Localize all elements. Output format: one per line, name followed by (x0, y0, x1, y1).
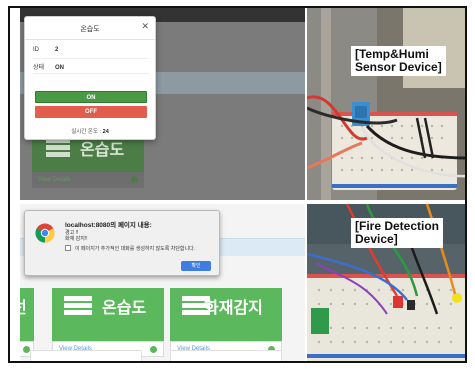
temperature-value: 24 (102, 129, 109, 135)
tile-partial[interactable]: 선 (20, 288, 34, 357)
temp-humi-device-label: [Temp&Humi Sensor Device] (351, 46, 446, 76)
figure-frame: 온습도 View Details 온습도 ✕ ID 2 상태 ON ON OFF 실… (8, 6, 467, 363)
temp-humi-device-photo: [Temp&Humi Sensor Device] (307, 8, 465, 200)
next-tile-card (170, 350, 282, 361)
arrow-circle-right-icon (150, 346, 157, 353)
id-value: 2 (55, 47, 59, 53)
dashboard-screenshot-top: 온습도 View Details 온습도 ✕ ID 2 상태 ON ON OFF 실… (20, 8, 305, 200)
ok-button[interactable]: 확인 (181, 261, 211, 271)
id-row: ID 2 (33, 47, 58, 53)
row-divider (33, 58, 149, 59)
breadboard-photo (307, 8, 465, 200)
tile-title: 화재감지 (204, 300, 263, 317)
state-value: ON (55, 65, 64, 71)
next-tile-card (30, 350, 142, 361)
dialog-host: localhost:8080의 페이지 내용: (65, 222, 152, 229)
state-row: 상태 ON (33, 62, 64, 71)
dialog-message-fire: 화재 감지!! (65, 236, 88, 242)
chrome-icon (35, 223, 55, 243)
modal-divider (25, 39, 155, 40)
device-modal: 온습도 ✕ ID 2 상태 ON ON OFF 실시간 온도 : 24 (24, 16, 156, 140)
view-details-label: View Details (38, 177, 71, 183)
arrow-circle-right-icon (23, 346, 30, 353)
row-divider (33, 73, 149, 74)
alert-dialog: localhost:8080의 페이지 내용: 경고 !! 화재 감지!! 이 … (24, 210, 220, 276)
close-icon[interactable]: ✕ (141, 21, 149, 32)
fire-detection-device-photo: [Fire Detection Device] (307, 204, 465, 361)
label-line: Sensor Device] (355, 60, 442, 74)
tile-title: 온습도 (102, 300, 147, 317)
list-icon (46, 138, 70, 157)
realtime-temperature: 실시간 온도 : 24 (25, 127, 155, 135)
suppress-dialogs-checkbox[interactable] (65, 245, 71, 251)
dashboard-screenshot-bottom: localhost:8080의 페이지 내용: 경고 !! 화재 감지!! 이 … (20, 204, 305, 361)
list-icon (64, 296, 92, 316)
off-button[interactable]: OFF (35, 106, 147, 118)
view-details-link[interactable]: View Details (32, 172, 144, 188)
state-label: 상태 (33, 65, 45, 71)
suppress-dialogs-label: 이 페이지가 추가적인 대화를 생성하지 않도록 차단합니다. (75, 246, 196, 252)
fire-detection-device-label: [Fire Detection Device] (351, 218, 444, 248)
fire-detection-tile[interactable]: 화재감지 View Details (170, 288, 282, 357)
temperature-label: 실시간 온도 : (71, 129, 102, 135)
humidity-tile[interactable]: 온습도 View Details (52, 288, 164, 357)
modal-title: 온습도 (80, 26, 100, 33)
arrow-circle-right-icon (131, 176, 138, 183)
on-button[interactable]: ON (35, 91, 147, 103)
tile-title: 선 (20, 294, 27, 318)
id-label: ID (33, 47, 39, 53)
label-line: Device] (355, 232, 398, 246)
